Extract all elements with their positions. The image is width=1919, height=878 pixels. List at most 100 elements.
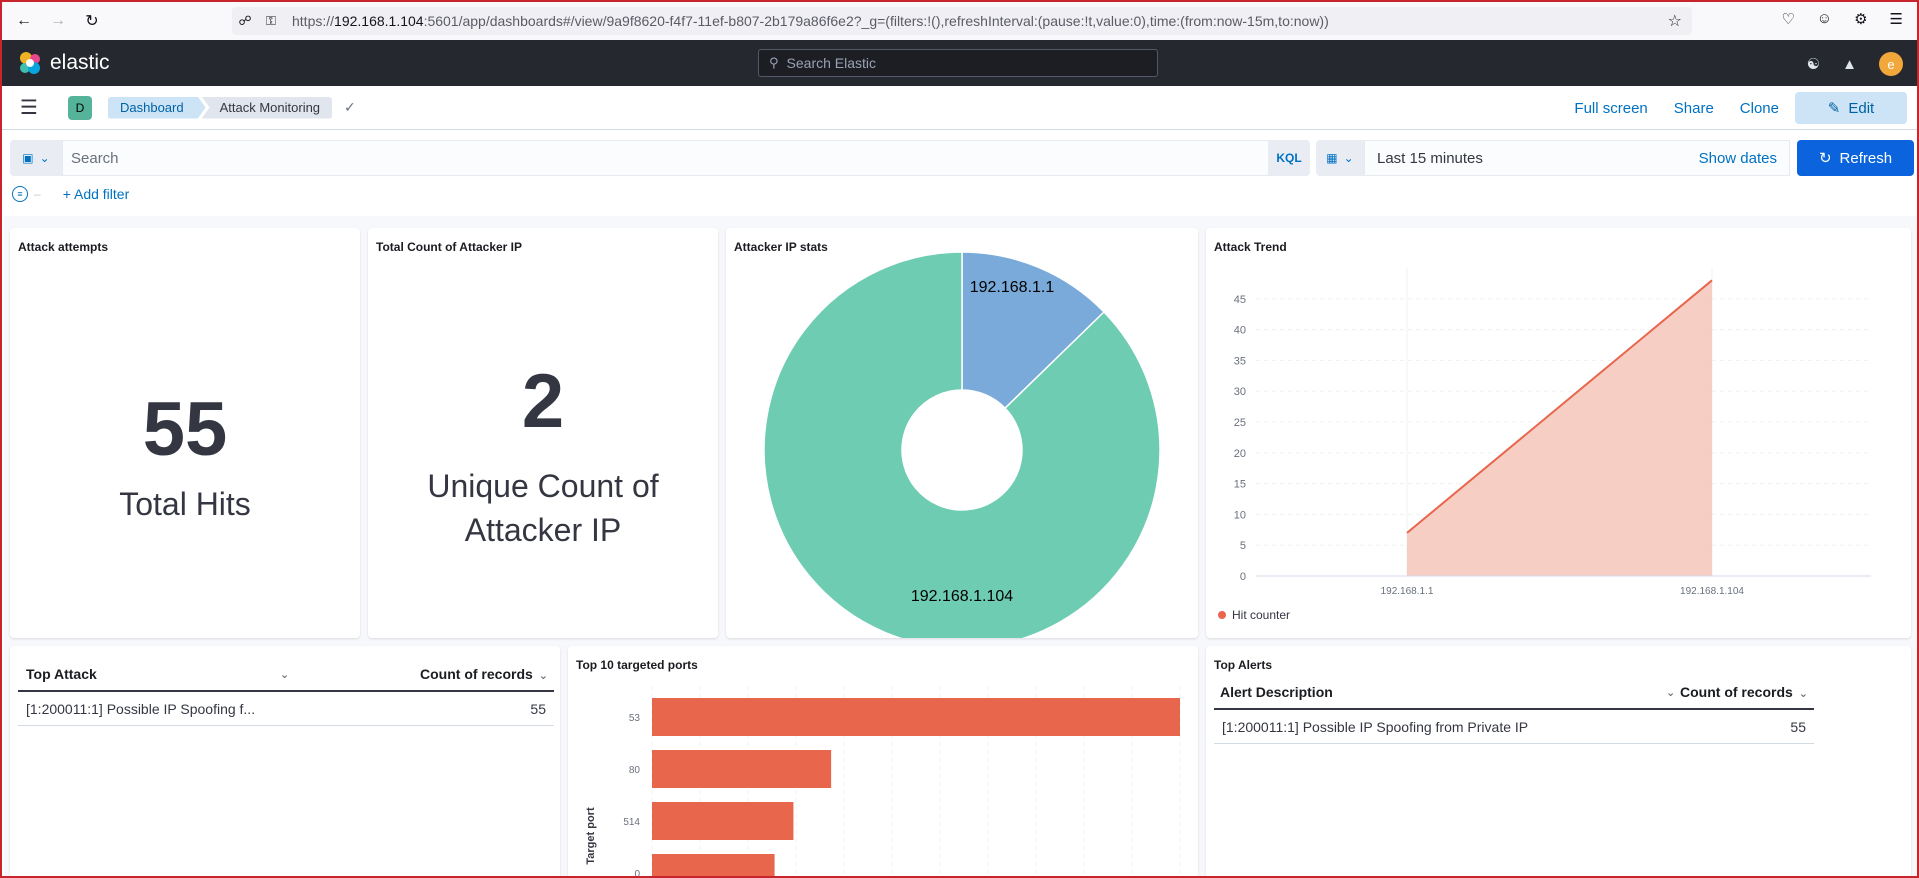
hamburger-menu-icon[interactable]: ☰ — [20, 98, 40, 118]
space-avatar[interactable]: D — [68, 95, 92, 120]
y-tick-label: 35 — [1234, 355, 1246, 367]
column-label: Count of records — [420, 666, 533, 682]
metric-value: 2 — [521, 359, 565, 444]
y-tick-label: 0 — [1240, 571, 1246, 583]
chevron-down-icon[interactable]: ⌄ — [1666, 686, 1675, 699]
reload-icon[interactable]: ↻ — [80, 9, 104, 33]
table-header: Alert Description ⌄ Count of records ⌄ — [1214, 676, 1814, 710]
column-header-count[interactable]: Count of records ⌄ — [1680, 684, 1808, 700]
cell-attack: [1:200011:1] Possible IP Spoofing f... — [26, 700, 256, 717]
column-header-top-attack[interactable]: Top Attack — [26, 666, 97, 682]
share-button[interactable]: Share — [1664, 94, 1724, 123]
panel-attack-trend: Attack Trend 0 5 10 15 20 25 30 35 40 45 192.168.1… — [1206, 228, 1911, 638]
y-tick-label: 80 — [629, 765, 641, 776]
back-icon[interactable]: ← — [12, 9, 36, 33]
cell-count: 55 — [530, 700, 546, 717]
legend-item[interactable]: Hit counter — [1218, 608, 1290, 622]
cell-alert-description: [1:200011:1] Possible IP Spoofing from P… — [1222, 718, 1529, 735]
chevron-down-icon: ⌄ — [538, 670, 548, 682]
y-tick-label: 10 — [1234, 509, 1246, 521]
panel-top-targeted-ports: Top 10 targeted ports 53 80 514 0 Target por… — [568, 646, 1198, 876]
bar-chart: 53 80 514 0 Target port — [585, 686, 1181, 876]
show-dates-link[interactable]: Show dates — [1699, 150, 1777, 167]
menu-icon[interactable]: ☰ — [1890, 10, 1903, 28]
panel-attacker-ip-stats: Attacker IP stats 192.168.1.1 192.168.1.1… — [726, 228, 1198, 638]
pie-label: 192.168.1.104 — [911, 588, 1013, 605]
saved-query-button[interactable]: ▣ ⌄ — [10, 140, 62, 176]
chevron-down-icon: ⌄ — [1343, 151, 1354, 165]
y-tick-label: 514 — [623, 817, 640, 828]
query-bar: ▣ ⌄ Search KQL ▦ ⌄ Last 15 minutes Show … — [10, 140, 1914, 176]
y-tick-label: 20 — [1234, 448, 1246, 460]
metric-value: 55 — [142, 387, 228, 472]
elastic-logo[interactable]: elastic — [18, 51, 110, 75]
edit-button[interactable]: ✎ Edit — [1795, 92, 1907, 124]
breadcrumb-dashboard[interactable]: Dashboard — [108, 96, 206, 119]
browser-extras: ♡ ☺ ⚙ ☰ — [1781, 10, 1903, 28]
pencil-icon: ✎ — [1827, 100, 1841, 117]
chevron-down-icon: ⌄ — [39, 151, 50, 165]
lock-icon[interactable]: ⚿ — [258, 13, 284, 29]
forward-icon[interactable]: → — [46, 9, 70, 33]
url-prefix: https:// — [292, 13, 335, 29]
metric-label-line1: Unique Count of — [427, 468, 659, 504]
date-quick-menu-button[interactable]: ▦ ⌄ — [1316, 140, 1364, 176]
refresh-button[interactable]: ↻ Refresh — [1797, 140, 1914, 176]
breadcrumb-attack-monitoring: Attack Monitoring — [201, 96, 333, 119]
save-icon: ▣ — [22, 151, 34, 165]
kibana-header: elastic ⚲ Search Elastic ☯ ▲ e — [2, 40, 1917, 86]
account-icon[interactable]: ☺ — [1817, 10, 1832, 28]
table-header: Top Attack ⌄ Count of records ⌄ — [18, 658, 554, 692]
panel-attack-attempts: Attack attempts 55 Total Hits — [10, 228, 360, 638]
y-tick-label: 30 — [1234, 386, 1246, 398]
header-actions: ☯ ▲ e — [1807, 52, 1903, 76]
time-range-display[interactable]: Last 15 minutes Show dates — [1364, 140, 1790, 176]
panel-top-attack: Top Attack ⌄ Count of records ⌄ [1:200011… — [10, 646, 560, 876]
legend-dot — [1218, 611, 1226, 619]
url-host: 192.168.1.104 — [334, 13, 424, 29]
add-filter-button[interactable]: + Add filter — [63, 186, 130, 202]
url-text[interactable]: https://192.168.1.104:5601/app/dashboard… — [292, 13, 1329, 29]
global-search-input[interactable]: ⚲ Search Elastic — [758, 49, 1158, 77]
divider: – — [34, 187, 41, 201]
column-header-alert-description[interactable]: Alert Description — [1220, 684, 1333, 700]
y-tick-label: 53 — [629, 713, 641, 724]
y-tick-label: 40 — [1234, 325, 1246, 337]
full-screen-button[interactable]: Full screen — [1564, 94, 1657, 123]
metric-label: Total Hits — [119, 486, 251, 522]
y-tick-label: 45 — [1234, 294, 1246, 306]
filter-menu-icon[interactable]: ≡ — [12, 186, 28, 202]
area-fill — [1407, 280, 1712, 576]
news-feed-icon[interactable]: ▲ — [1842, 56, 1857, 73]
donut-chart: 192.168.1.1 192.168.1.104 — [763, 251, 1161, 638]
user-avatar[interactable]: e — [1879, 52, 1903, 76]
panel-title: Total Count of Attacker IP — [376, 240, 523, 254]
y-tick-label: 5 — [1240, 540, 1246, 552]
y-tick-label: 15 — [1234, 479, 1246, 491]
column-label: Count of records — [1680, 684, 1793, 700]
panel-title: Attack attempts — [18, 240, 109, 254]
pocket-icon[interactable]: ♡ — [1781, 10, 1794, 28]
query-input[interactable]: Search — [62, 140, 1274, 176]
kql-language-button[interactable]: KQL — [1268, 140, 1310, 176]
x-tick-label: 192.168.1.1 — [1381, 586, 1434, 597]
breadcrumb-bar: ☰ D Dashboard Attack Monitoring ✓ Full s… — [2, 86, 1917, 130]
global-search-placeholder: Search Elastic — [786, 55, 877, 71]
browser-toolbar: ← → ↻ ☍ ⚿ https://192.168.1.104:5601/app… — [2, 2, 1917, 40]
help-icon[interactable]: ☯ — [1807, 55, 1820, 73]
clone-button[interactable]: Clone — [1730, 94, 1789, 123]
refresh-label: Refresh — [1839, 149, 1893, 167]
check-icon: ✓ — [344, 99, 356, 115]
browser-window: ← → ↻ ☍ ⚿ https://192.168.1.104:5601/app… — [0, 0, 1919, 878]
dashboard-grid: Attack attempts 55 Total Hits Total Coun… — [4, 216, 1917, 876]
bookmark-star-icon[interactable]: ☆ — [1668, 11, 1682, 31]
chevron-down-icon[interactable]: ⌄ — [280, 668, 289, 681]
shield-icon[interactable]: ☍ — [232, 13, 258, 29]
url-rest: :5601/app/dashboards#/view/9a9f8620-f4f7… — [423, 13, 1329, 29]
extensions-icon[interactable]: ⚙ — [1854, 10, 1867, 28]
elastic-logo-icon — [20, 52, 40, 74]
y-tick-label: 25 — [1234, 417, 1246, 429]
column-header-count[interactable]: Count of records ⌄ — [420, 666, 548, 682]
url-bar[interactable]: ☍ ⚿ https://192.168.1.104:5601/app/dashb… — [232, 7, 1692, 35]
y-axis-label: Target port — [585, 807, 597, 865]
